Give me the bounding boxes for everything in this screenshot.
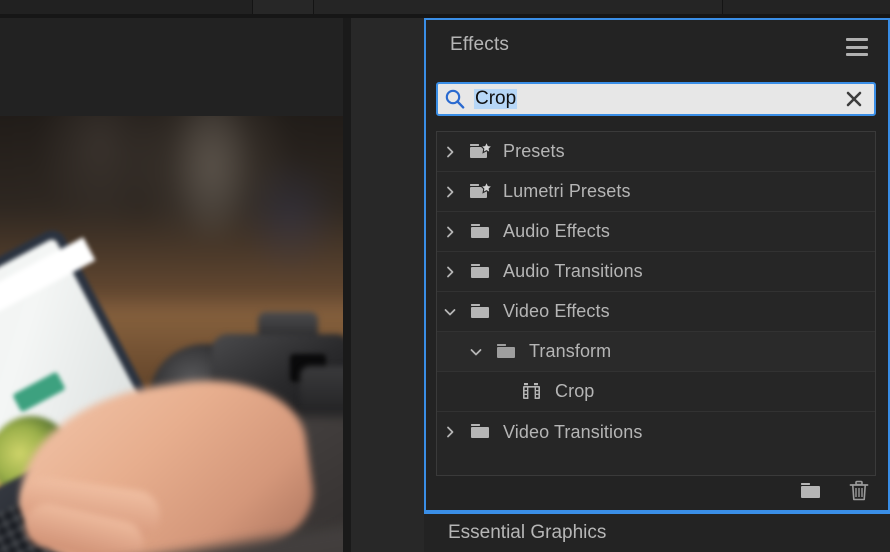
tree-row-label: Crop <box>551 381 594 402</box>
tree-row-video-transitions[interactable]: Video Transitions <box>437 412 875 452</box>
chevron-right-icon[interactable] <box>437 265 463 279</box>
tree-row-lumetri-presets[interactable]: Lumetri Presets <box>437 172 875 212</box>
tree-row-audio-transitions[interactable]: Audio Transitions <box>437 252 875 292</box>
tree-row-label: Video Effects <box>499 301 610 322</box>
tab-strip-cell-2[interactable] <box>253 0 313 14</box>
magnifier-icon <box>438 88 472 110</box>
tree-row-label: Audio Effects <box>499 221 610 242</box>
chevron-right-icon[interactable] <box>437 145 463 159</box>
tree-row-presets[interactable]: Presets <box>437 132 875 172</box>
chevron-right-icon[interactable] <box>437 225 463 239</box>
effects-panel-header: Effects <box>426 20 888 76</box>
panel-title: Effects <box>450 34 509 56</box>
essential-graphics-panel[interactable]: Essential Graphics <box>424 514 890 552</box>
tab-strip-cell-4[interactable] <box>723 0 890 14</box>
top-tab-strip <box>0 0 890 14</box>
tree-row-label: Presets <box>499 141 565 162</box>
folder-star-icon <box>463 141 499 163</box>
panel-gutter <box>343 18 424 552</box>
folder-icon <box>463 221 499 243</box>
effects-panel-footer <box>426 472 888 510</box>
tab-strip-cell-1[interactable] <box>0 0 252 14</box>
tree-row-label: Lumetri Presets <box>499 181 631 202</box>
chevron-down-icon[interactable] <box>437 345 489 359</box>
effects-tree-list[interactable]: Presets Lumetri Presets <box>436 131 876 476</box>
tree-row-audio-effects[interactable]: Audio Effects <box>437 212 875 252</box>
video-preview-image <box>0 116 343 552</box>
delete-button[interactable] <box>844 478 874 504</box>
trash-icon <box>847 479 871 503</box>
tab-strip-cell-3[interactable] <box>314 0 722 14</box>
tree-row-transform[interactable]: Transform <box>437 332 875 372</box>
close-x-icon[interactable] <box>834 89 874 109</box>
search-input-selected-text: Crop <box>474 89 517 109</box>
new-custom-bin-button[interactable] <box>796 478 826 504</box>
effects-panel: Effects Crop <box>424 18 890 512</box>
folder-icon <box>463 301 499 323</box>
folder-icon <box>798 480 824 502</box>
chevron-down-icon[interactable] <box>437 305 463 319</box>
search-input-value[interactable]: Crop <box>472 89 834 109</box>
folder-star-icon <box>463 181 499 203</box>
folder-icon <box>463 261 499 283</box>
search-input[interactable]: Crop <box>436 82 876 116</box>
tree-row-label: Audio Transitions <box>499 261 643 282</box>
panel-title: Essential Graphics <box>448 522 606 544</box>
tree-row-video-effects[interactable]: Video Effects <box>437 292 875 332</box>
folder-icon <box>463 421 499 443</box>
folder-icon <box>489 341 525 363</box>
tree-row-crop[interactable]: Crop <box>437 372 875 412</box>
application-window: Effects Crop <box>0 0 890 552</box>
tree-row-label: Transform <box>525 341 611 362</box>
film-strip-icon <box>515 381 551 403</box>
tree-row-label: Video Transitions <box>499 422 642 443</box>
program-monitor-panel[interactable] <box>0 18 343 552</box>
chevron-right-icon[interactable] <box>437 185 463 199</box>
panel-divider[interactable] <box>343 18 351 552</box>
hamburger-menu-icon[interactable] <box>846 38 868 56</box>
chevron-right-icon[interactable] <box>437 425 463 439</box>
